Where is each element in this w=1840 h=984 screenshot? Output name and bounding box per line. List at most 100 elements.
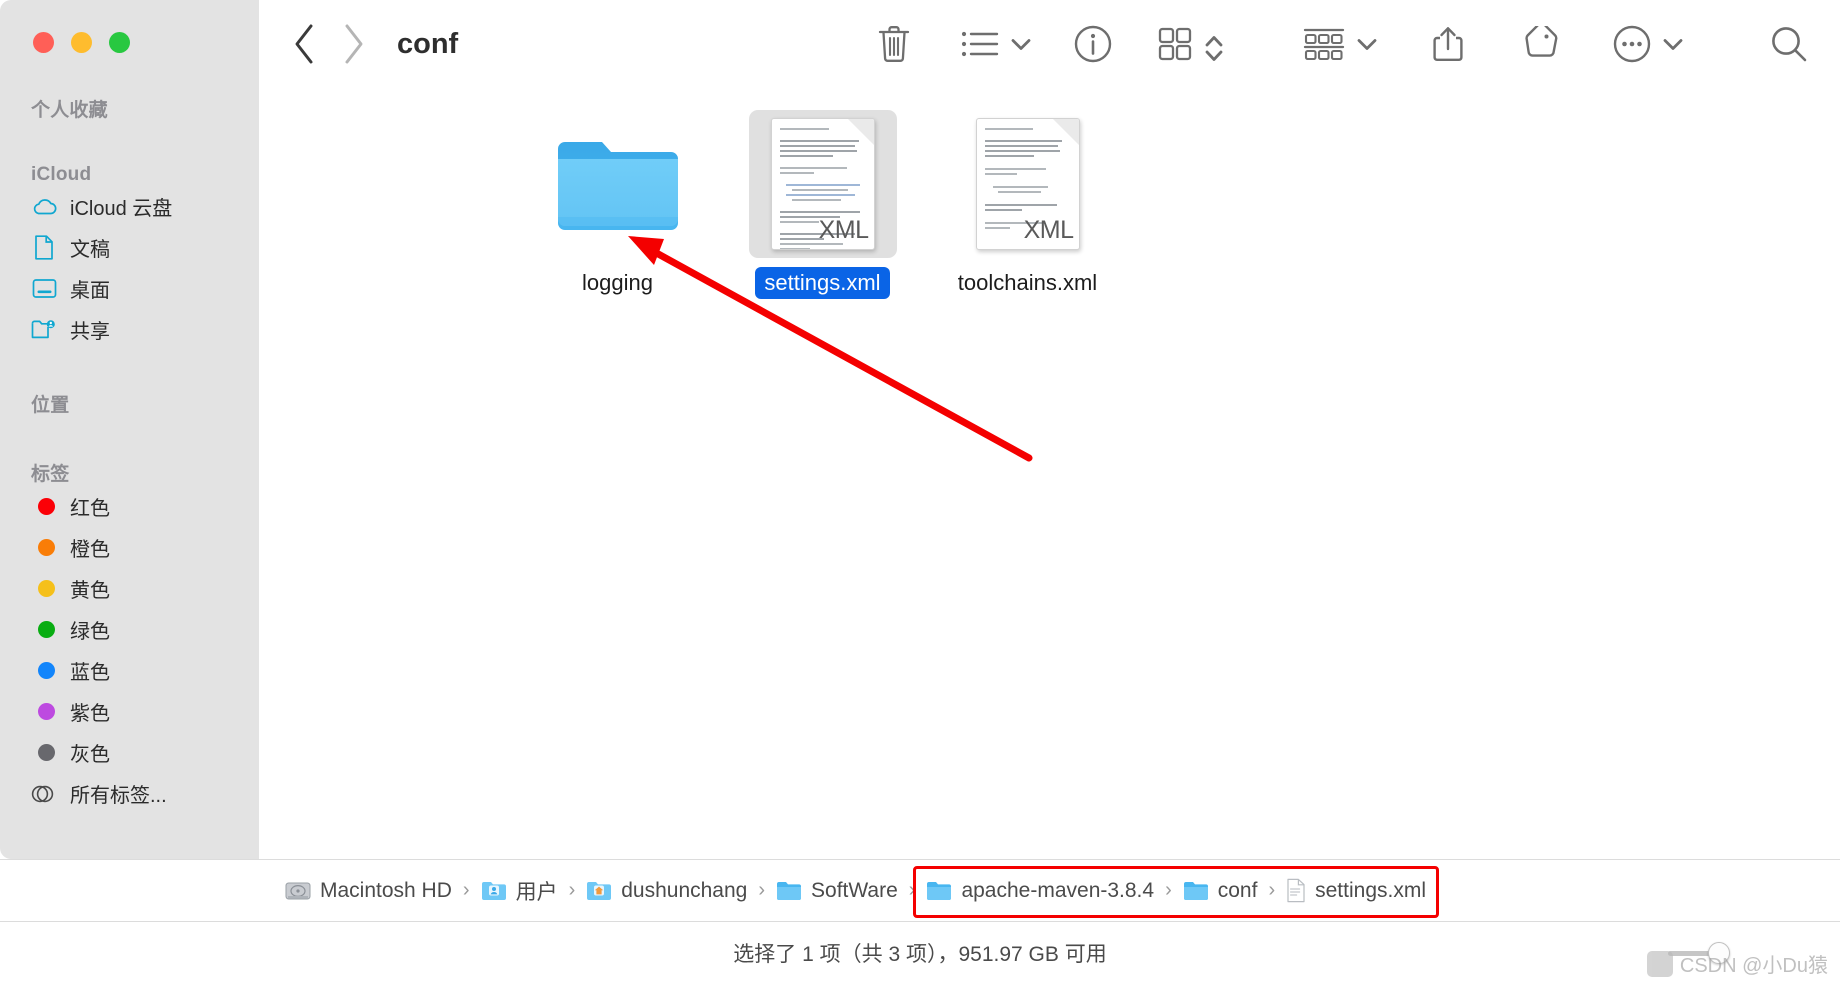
sidebar-item-tag-orange[interactable]: 橙色 [0,527,259,568]
harddisk-icon [285,882,311,899]
tag-dot-icon [31,658,57,684]
page-title: conf [397,27,459,60]
chevron-down-icon[interactable] [1660,31,1686,57]
file-type-badge: XML [818,216,869,244]
tag-dot-icon [31,576,57,602]
breadcrumb-label: Macintosh HD [320,878,452,902]
sidebar-section-icloud-title: iCloud [31,164,92,185]
sidebar-item-label: 所有标签... [70,785,167,807]
xml-file-icon: XML [975,118,1080,250]
chevron-down-icon[interactable] [1354,31,1380,57]
status-text: 选择了 1 项（共 3 项），951.97 GB 可用 [733,943,1107,966]
home-folder-icon [587,882,612,900]
breadcrumb-separator: › [1165,879,1172,901]
sidebar-item-tag-green[interactable]: 绿色 [0,609,259,650]
toolbar: conf [259,0,1840,88]
breadcrumb-label: apache-maven-3.8.4 [961,878,1155,902]
tag-icon[interactable] [1516,20,1564,68]
watermark: CSDN @小Du猿 [1646,949,1828,978]
sidebar-item-tag-blue[interactable]: 蓝色 [0,650,259,691]
sidebar-section-favorites-title: 个人收藏 [31,100,108,121]
sidebar-item-label: 蓝色 [70,662,110,684]
sidebar-item-tag-red[interactable]: 红色 [0,486,259,527]
sidebar-item-tag-purple[interactable]: 紫色 [0,691,259,732]
group-button[interactable] [1298,21,1380,67]
sidebar-item-documents[interactable]: 文稿 [0,227,259,268]
file-label: logging [582,270,653,295]
group-icon[interactable] [1298,21,1350,67]
breadcrumb-item-apache-maven[interactable]: apache-maven-3.8.4 [926,879,1154,903]
file-item-toolchains-xml[interactable]: XML toolchains.xml [925,110,1130,299]
forward-chevron-icon[interactable] [329,20,377,68]
breadcrumb-item-software[interactable]: SoftWare [776,879,898,903]
arrange-button[interactable] [1152,21,1228,67]
sidebar-item-label: 绿色 [70,621,110,643]
sidebar-item-label: 黄色 [70,580,110,602]
info-icon[interactable] [1068,19,1118,69]
sidebar-item-all-tags[interactable]: 所有标签... [0,773,259,814]
sidebar-item-label: 橙色 [70,539,110,561]
sidebar-item-label: iCloud 云盘 [70,198,173,220]
breadcrumb-item-users[interactable]: 用户 [481,876,558,906]
all-tags-icon [31,781,57,807]
list-view-icon[interactable] [956,20,1004,68]
breadcrumb-separator: › [568,879,576,901]
sidebar-item-desktop[interactable]: 桌面 [0,268,259,309]
sidebar-item-label: 灰色 [70,744,110,766]
tag-dot-icon [31,494,57,520]
shared-folder-icon [31,317,57,343]
xml-file-icon [1287,878,1305,903]
maximize-button[interactable] [109,32,130,53]
file-item-settings-xml[interactable]: XML settings.xml [720,110,925,299]
file-label: toolchains.xml [957,270,1098,295]
breadcrumb: Macintosh HD › 用户 › dushunchang › SoftWa… [0,859,1840,921]
sidebar-item-tag-gray[interactable]: 灰色 [0,732,259,773]
breadcrumb-item-dushunchang[interactable]: dushunchang [586,879,747,903]
breadcrumb-label: dushunchang [621,878,748,902]
tag-dot-icon [31,740,57,766]
icon-grid: logging XML settings.xml XML toolchains.… [259,110,1840,299]
cloud-icon [31,194,57,220]
file-item-folder[interactable]: logging [515,110,720,299]
share-icon[interactable] [1424,20,1472,68]
users-folder-icon [481,882,506,900]
breadcrumb-item-settings-xml[interactable]: settings.xml [1286,878,1426,903]
sidebar-item-tag-yellow[interactable]: 黄色 [0,568,259,609]
sidebar-item-shared[interactable]: 共享 [0,309,259,350]
folder-icon [927,882,952,900]
breadcrumb-item-conf[interactable]: conf [1183,879,1257,903]
watermark-badge [1646,950,1673,977]
folder-icon [557,142,678,230]
list-view-button[interactable] [956,20,1034,68]
traffic-lights [0,0,259,53]
file-grid-area: logging XML settings.xml XML toolchains.… [259,88,1840,859]
status-bar: 选择了 1 项（共 3 项），951.97 GB 可用 CSDN @小Du猿 [0,921,1840,984]
sidebar-section-tags-title: 标签 [31,464,70,485]
finder-window: 个人收藏 iCloud iCloud 云盘 文稿 桌面 共享 位置 标签 红色 … [0,0,1840,984]
breadcrumb-separator: › [908,879,916,901]
breadcrumb-item-macintosh-hd[interactable]: Macintosh HD [285,879,452,903]
grid-arrange-icon[interactable] [1152,21,1198,67]
breadcrumb-separator: › [462,879,470,901]
sidebar-item-label: 桌面 [70,280,110,302]
file-type-badge: XML [1023,216,1074,244]
desktop-icon [31,276,57,302]
folder-icon [777,882,802,900]
more-button[interactable] [1608,20,1686,68]
search-icon[interactable] [1764,19,1814,69]
more-icon[interactable] [1608,20,1656,68]
sidebar-item-label: 共享 [70,321,110,343]
file-label-selected: settings.xml [755,267,890,299]
folder-thumbnail [544,110,692,258]
back-chevron-icon[interactable] [281,20,329,68]
minimize-button[interactable] [71,32,92,53]
trash-icon[interactable] [866,16,922,72]
sidebar-item-icloud-drive[interactable]: iCloud 云盘 [0,186,259,227]
chevron-down-icon[interactable] [1008,31,1034,57]
sidebar-item-label: 文稿 [70,239,110,261]
xml-thumbnail: XML [954,110,1102,258]
tag-dot-icon [31,699,57,725]
chevron-up-down-icon[interactable] [1202,31,1228,61]
breadcrumb-label: settings.xml [1315,878,1426,902]
close-button[interactable] [33,32,54,53]
